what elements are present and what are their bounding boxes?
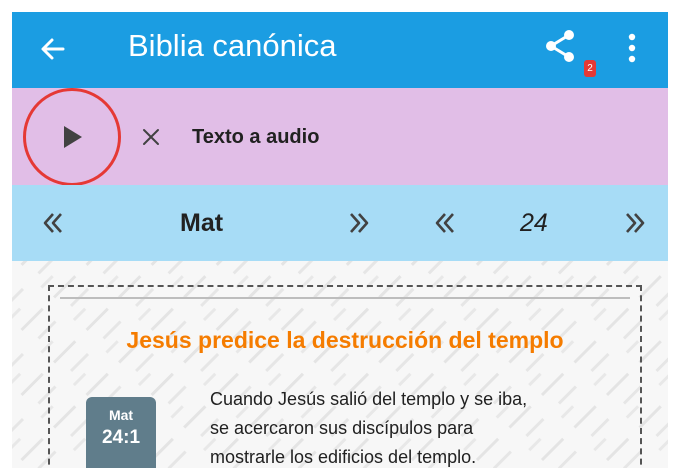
chapter-number[interactable]: 24 xyxy=(520,207,548,239)
verse-badge-reference: 24:1 xyxy=(101,427,141,448)
share-count-badge: 2 xyxy=(584,60,596,77)
play-icon[interactable] xyxy=(62,125,84,149)
divider xyxy=(60,297,630,299)
verse-badge-book: Mat xyxy=(108,407,134,423)
verse-line: se acercaron sus discípulos para xyxy=(210,418,474,438)
close-icon[interactable] xyxy=(140,126,162,148)
app-window: Biblia canónica 2 Texto a audio Mat 24 J… xyxy=(12,12,668,468)
verse-line: Cuando Jesús salió del templo y se iba, xyxy=(210,389,528,409)
arrow-left-icon[interactable] xyxy=(37,33,69,65)
screen: Biblia canónica 2 Texto a audio Mat 24 J… xyxy=(0,0,676,468)
share-icon[interactable] xyxy=(542,28,578,64)
app-title: Biblia canónica xyxy=(128,28,337,63)
previous-chapter-icon[interactable] xyxy=(432,208,458,238)
verse-reference-badge[interactable]: Mat 24:1 xyxy=(86,397,156,468)
verse-text[interactable]: Cuando Jesús salió del templo y se iba, … xyxy=(210,385,630,468)
next-chapter-icon[interactable] xyxy=(622,208,648,238)
book-name[interactable]: Mat xyxy=(180,207,223,239)
previous-book-icon[interactable] xyxy=(40,208,66,238)
next-book-icon[interactable] xyxy=(346,208,372,238)
book-chapter-nav: Mat 24 xyxy=(12,185,668,261)
more-vertical-icon[interactable] xyxy=(620,30,644,66)
verse-line: mostrarle los edificios del templo. xyxy=(210,447,477,467)
text-to-audio-bar: Texto a audio xyxy=(12,88,668,186)
passage-card: Jesús predice la destrucción del templo … xyxy=(48,285,642,468)
text-to-audio-label: Texto a audio xyxy=(192,126,320,148)
app-bar: Biblia canónica 2 xyxy=(12,12,668,88)
reading-area[interactable]: Jesús predice la destrucción del templo … xyxy=(12,261,668,468)
passage-heading: Jesús predice la destrucción del templo xyxy=(126,327,564,353)
